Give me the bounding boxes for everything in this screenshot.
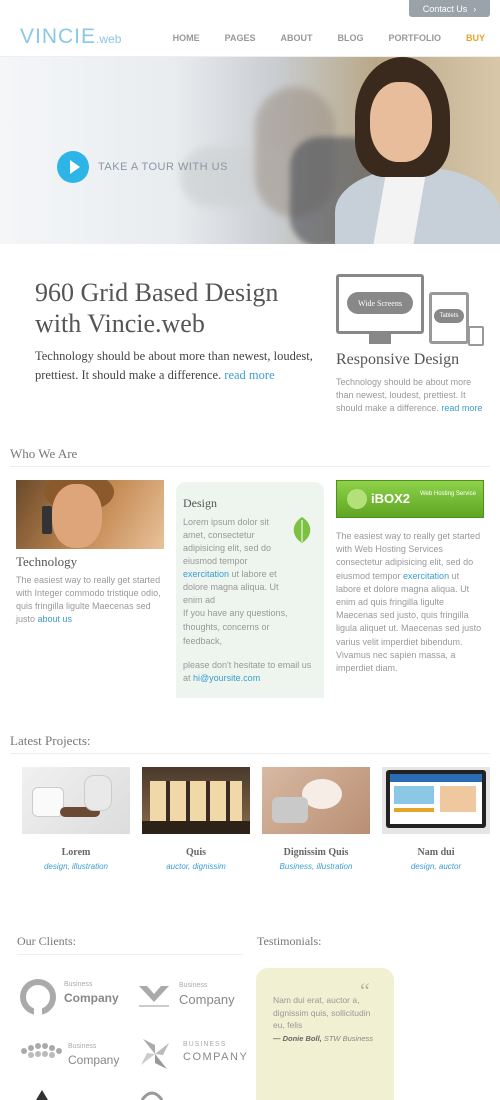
testimonial-author-company: STW Business [323, 1034, 374, 1043]
project-image[interactable] [382, 767, 490, 834]
client-logo-top: Business [179, 982, 208, 989]
main-nav: HOME PAGES ABOUT BLOG PORTFOLIO BUY [148, 33, 485, 43]
project-tags[interactable]: auctor, dignissim [142, 862, 250, 871]
project-image[interactable] [22, 767, 130, 834]
client-logo[interactable]: Business Company [20, 1035, 130, 1075]
client-logo-partial-icon [36, 1090, 48, 1100]
design-title: Design [183, 496, 217, 510]
header: VINCIE.web HOME PAGES ABOUT BLOG PORTFOL… [0, 17, 500, 57]
phone-icon [468, 326, 484, 346]
client-logo[interactable]: Business Company [20, 975, 130, 1015]
shield-logo-icon [139, 986, 169, 1007]
design-text: Lorem ipsum dolor sit amet, consectetur … [183, 516, 318, 607]
technology-text: The easiest way to really get started wi… [16, 574, 166, 626]
project-title[interactable]: Dignissim Quis [262, 847, 370, 858]
design-note: If you have any questions, thoughts, con… [183, 608, 288, 646]
woman-face [52, 484, 102, 548]
project-tags[interactable]: design, illustration [22, 862, 130, 871]
client-logo[interactable]: BUSINESS COMPANY [135, 1033, 249, 1073]
ibox-subtitle: Web Hosting Service [420, 491, 476, 497]
testimonials-title: Testimonials: [257, 934, 322, 948]
monitor-stand [369, 334, 391, 344]
responsive-title: Responsive Design [336, 351, 460, 368]
project-title[interactable]: Lorem [22, 847, 130, 858]
devices-illustration: Wide Screens Tablets [336, 274, 486, 349]
nav-blog[interactable]: BLOG [337, 33, 363, 43]
nav-home[interactable]: HOME [173, 33, 200, 43]
intro-title: 960 Grid Based Design with Vincie.web [35, 278, 279, 338]
logo-main: VINCIE [20, 25, 97, 48]
email-link[interactable]: hi@yoursite.com [193, 673, 260, 683]
responsive-text: Technology should be about more than new… [336, 376, 488, 415]
client-logo[interactable]: Business Company [135, 978, 245, 1018]
play-icon[interactable] [57, 151, 89, 183]
ibox-text: The easiest way to really get started wi… [336, 530, 486, 675]
nav-portfolio[interactable]: PORTFOLIO [388, 33, 441, 43]
tour-label[interactable]: TAKE A TOUR WITH US [98, 161, 228, 173]
logo-suffix: .web [96, 32, 122, 46]
tablet-icon: Tablets [429, 292, 469, 344]
client-logo-top: Business [68, 1043, 97, 1050]
technology-title: Technology [16, 554, 78, 569]
divider [10, 466, 490, 467]
intro-text: Technology should be about more than new… [35, 347, 330, 385]
contact-us-label: Contact Us [422, 3, 468, 14]
exercitation-link[interactable]: exercitation [183, 569, 229, 579]
nav-pages[interactable]: PAGES [225, 33, 256, 43]
about-us-link[interactable]: about us [38, 614, 73, 624]
our-clients-title: Our Clients: [17, 934, 76, 948]
client-logo-bottom: Company [64, 991, 119, 1005]
divider [10, 753, 490, 754]
testimonial-author: — Donie Boll, STW Business [273, 1034, 393, 1043]
responsive-read-more-link[interactable]: read more [441, 403, 482, 413]
nav-buy[interactable]: BUY [466, 33, 485, 43]
dots-logo-icon [21, 1043, 62, 1058]
project-image[interactable] [262, 767, 370, 834]
ibox-exercitation-link[interactable]: exercitation [403, 571, 449, 581]
design-text-1: Lorem ipsum dolor sit amet, consectetur … [183, 517, 272, 566]
ring-logo-icon [20, 979, 56, 1015]
project-title[interactable]: Nam dui [382, 847, 490, 858]
monitor-icon: Wide Screens [336, 274, 424, 334]
testimonial-text: Nam dui erat, auctor a, dignissim quis, … [273, 995, 371, 1030]
ibox-label: iBOX2 [371, 491, 411, 506]
client-logo-top: Business [64, 981, 93, 988]
pinwheel-logo-icon [141, 1039, 169, 1069]
ibox-banner[interactable]: iBOX2 Web Hosting Service [336, 480, 484, 518]
latest-projects-title: Latest Projects: [10, 733, 91, 748]
hero-banner: TAKE A TOUR WITH US [0, 57, 500, 244]
client-logo-bottom: COMPANY [183, 1051, 249, 1063]
contact-us-button[interactable]: Contact Us › [409, 0, 490, 17]
hero-woman-face [370, 82, 432, 162]
divider [17, 954, 243, 955]
tablets-label: Tablets [434, 309, 464, 323]
client-logo-top: BUSINESS [183, 1041, 227, 1048]
project-image[interactable] [142, 767, 250, 834]
wide-screens-label: Wide Screens [347, 292, 413, 314]
project-tags[interactable]: design, auctor [382, 862, 490, 871]
ibox-logo-icon [347, 489, 367, 509]
nav-about[interactable]: ABOUT [280, 33, 312, 43]
design-email-text: please don't hesitate to email us at hi@… [183, 659, 318, 685]
project-tags[interactable]: Business, illustration [262, 862, 370, 871]
ibox-text-2: ut labore et dolore magna aliqua. Ut eni… [336, 570, 482, 674]
mobile-phone [42, 506, 52, 534]
client-logo-partial-icon [140, 1091, 164, 1100]
client-logo-bottom: Company [68, 1053, 120, 1067]
technology-image [16, 480, 164, 549]
intro-read-more-link[interactable]: read more [224, 368, 274, 382]
testimonial-author-name: — Donie Boll, [273, 1034, 322, 1043]
logo[interactable]: VINCIE.web [20, 25, 121, 49]
project-title[interactable]: Quis [142, 847, 250, 858]
client-logo-bottom: Company [179, 992, 235, 1007]
chevron-right-icon: › [473, 3, 477, 14]
who-we-are-title: Who We Are [10, 446, 78, 461]
